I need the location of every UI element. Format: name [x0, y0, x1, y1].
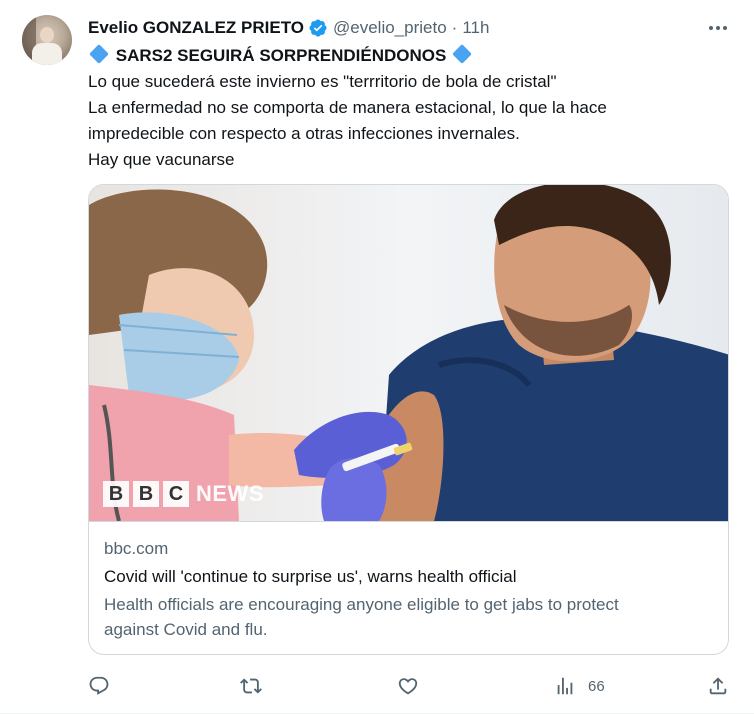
author-handle[interactable]: @evelio_prieto	[333, 18, 447, 38]
tweet-line: Lo que sucederá este invierno es "terrri…	[88, 72, 557, 91]
tweet-header: Evelio GONZALEZ PRIETO @evelio_prieto · …	[88, 16, 489, 40]
views-icon	[557, 677, 573, 695]
verified-badge-icon	[309, 19, 327, 37]
card-description-line: Health officials are encouraging anyone …	[104, 595, 619, 614]
views-button[interactable]: 66	[554, 672, 605, 700]
card-image[interactable]: B B C NEWS	[89, 185, 728, 521]
link-card[interactable]: B B C NEWS bbc.com Covid will 'continue …	[88, 184, 729, 655]
tweet-text: SARS2 SEGUIRÁ SORPRENDIÉNDONOS Lo que su…	[88, 43, 728, 173]
tweet-headline: SARS2 SEGUIRÁ SORPRENDIÉNDONOS	[88, 43, 728, 69]
reply-icon	[89, 676, 109, 695]
author-name[interactable]: Evelio GONZALEZ PRIETO	[88, 18, 304, 38]
timestamp[interactable]: 11h	[462, 18, 489, 38]
share-button[interactable]	[707, 672, 729, 700]
tweet-line: La enfermedad no se comporta de manera e…	[88, 98, 607, 117]
retweet-icon	[240, 678, 262, 694]
like-button[interactable]	[397, 672, 419, 700]
card-title[interactable]: Covid will 'continue to surprise us', wa…	[104, 566, 714, 588]
headline-text: SARS2 SEGUIRÁ SORPRENDIÉNDONOS	[115, 46, 447, 65]
tweet[interactable]: Evelio GONZALEZ PRIETO @evelio_prieto · …	[0, 0, 754, 714]
blue-diamond-icon	[452, 44, 472, 64]
retweet-button[interactable]	[240, 672, 262, 700]
separator-dot: ·	[451, 18, 458, 37]
avatar[interactable]	[22, 15, 72, 65]
share-icon	[709, 677, 727, 695]
card-domain: bbc.com	[104, 539, 169, 558]
blue-diamond-icon	[89, 44, 109, 64]
tweet-line: impredecible con respecto a otras infecc…	[88, 124, 520, 143]
views-count: 66	[588, 677, 605, 695]
bbc-news-logo: B B C NEWS	[103, 481, 264, 507]
reply-button[interactable]	[88, 672, 110, 700]
tweet-line: Hay que vacunarse	[88, 150, 235, 169]
more-options-icon[interactable]	[706, 18, 730, 38]
card-body[interactable]: bbc.com Covid will 'continue to surprise…	[89, 521, 728, 642]
action-bar: 66	[88, 672, 730, 700]
heart-icon	[398, 678, 418, 695]
card-description: Health officials are encouraging anyone …	[104, 592, 714, 642]
card-description-line: against Covid and flu.	[104, 620, 268, 639]
